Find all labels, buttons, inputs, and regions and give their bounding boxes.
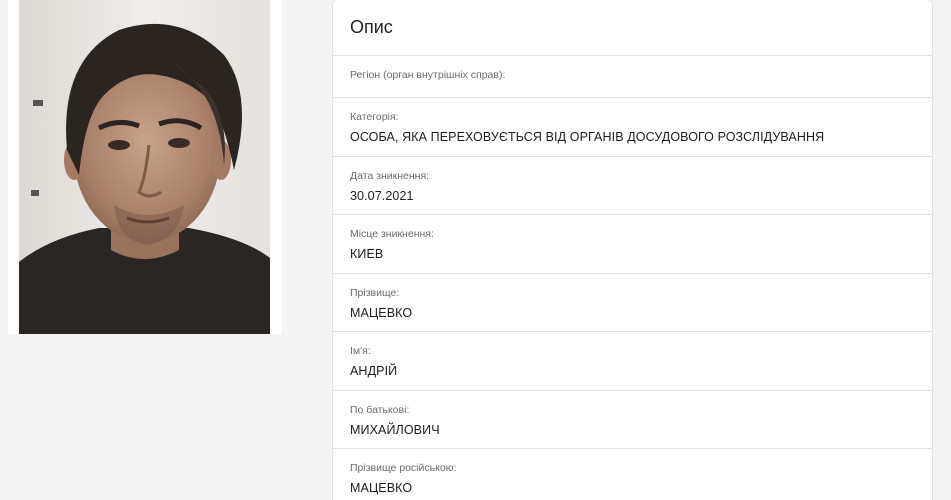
field-value-category: ОСОБА, ЯКА ПЕРЕХОВУЄТЬСЯ ВІД ОРГАНІВ ДОС… bbox=[350, 130, 825, 144]
description-title: Опис bbox=[350, 17, 393, 37]
field-value-disappearance-date: 30.07.2021 bbox=[350, 188, 414, 203]
field-label-first-name: Ім'я: bbox=[350, 345, 371, 357]
description-header: Опис bbox=[333, 0, 932, 56]
person-photo-illustration bbox=[19, 0, 270, 334]
page: Опис Регіон (орган внутрішніх справ): Ка… bbox=[0, 0, 951, 500]
field-row-surname: Прізвище: МАЦЕВКО bbox=[333, 274, 932, 332]
field-label-surname-russian: Прізвище російською: bbox=[350, 462, 457, 474]
field-row-patronymic: По батькові: МИХАЙЛОВИЧ bbox=[333, 391, 932, 449]
field-label-category: Категорія: bbox=[350, 111, 399, 123]
field-value-first-name: АНДРІЙ bbox=[350, 364, 398, 378]
photo-frame bbox=[8, 0, 282, 334]
field-label-region: Регіон (орган внутрішніх справ): bbox=[350, 69, 506, 81]
field-value-surname-russian: МАЦЕВКО bbox=[350, 481, 413, 495]
field-value-patronymic: МИХАЙЛОВИЧ bbox=[350, 422, 440, 437]
field-row-surname-russian: Прізвище російською: МАЦЕВКО bbox=[333, 449, 932, 500]
field-label-surname: Прізвище: bbox=[350, 286, 400, 299]
field-row-region: Регіон (орган внутрішніх справ): bbox=[333, 56, 932, 98]
field-label-patronymic: По батькові: bbox=[350, 403, 410, 416]
field-row-category: Категорія: ОСОБА, ЯКА ПЕРЕХОВУЄТЬСЯ ВІД … bbox=[333, 98, 932, 157]
field-row-disappearance-place: Місце зникнення: КИЕВ bbox=[333, 215, 932, 274]
person-photo bbox=[19, 0, 270, 334]
field-row-disappearance-date: Дата зникнення: 30.07.2021 bbox=[333, 157, 932, 215]
field-label-disappearance-date: Дата зникнення: bbox=[350, 169, 430, 182]
field-value-surname: МАЦЕВКО bbox=[350, 305, 413, 320]
field-value-disappearance-place: КИЕВ bbox=[350, 247, 384, 261]
field-label-disappearance-place: Місце зникнення: bbox=[350, 228, 434, 240]
description-card: Опис Регіон (орган внутрішніх справ): Ка… bbox=[333, 0, 932, 500]
field-row-first-name: Ім'я: АНДРІЙ bbox=[333, 332, 932, 391]
